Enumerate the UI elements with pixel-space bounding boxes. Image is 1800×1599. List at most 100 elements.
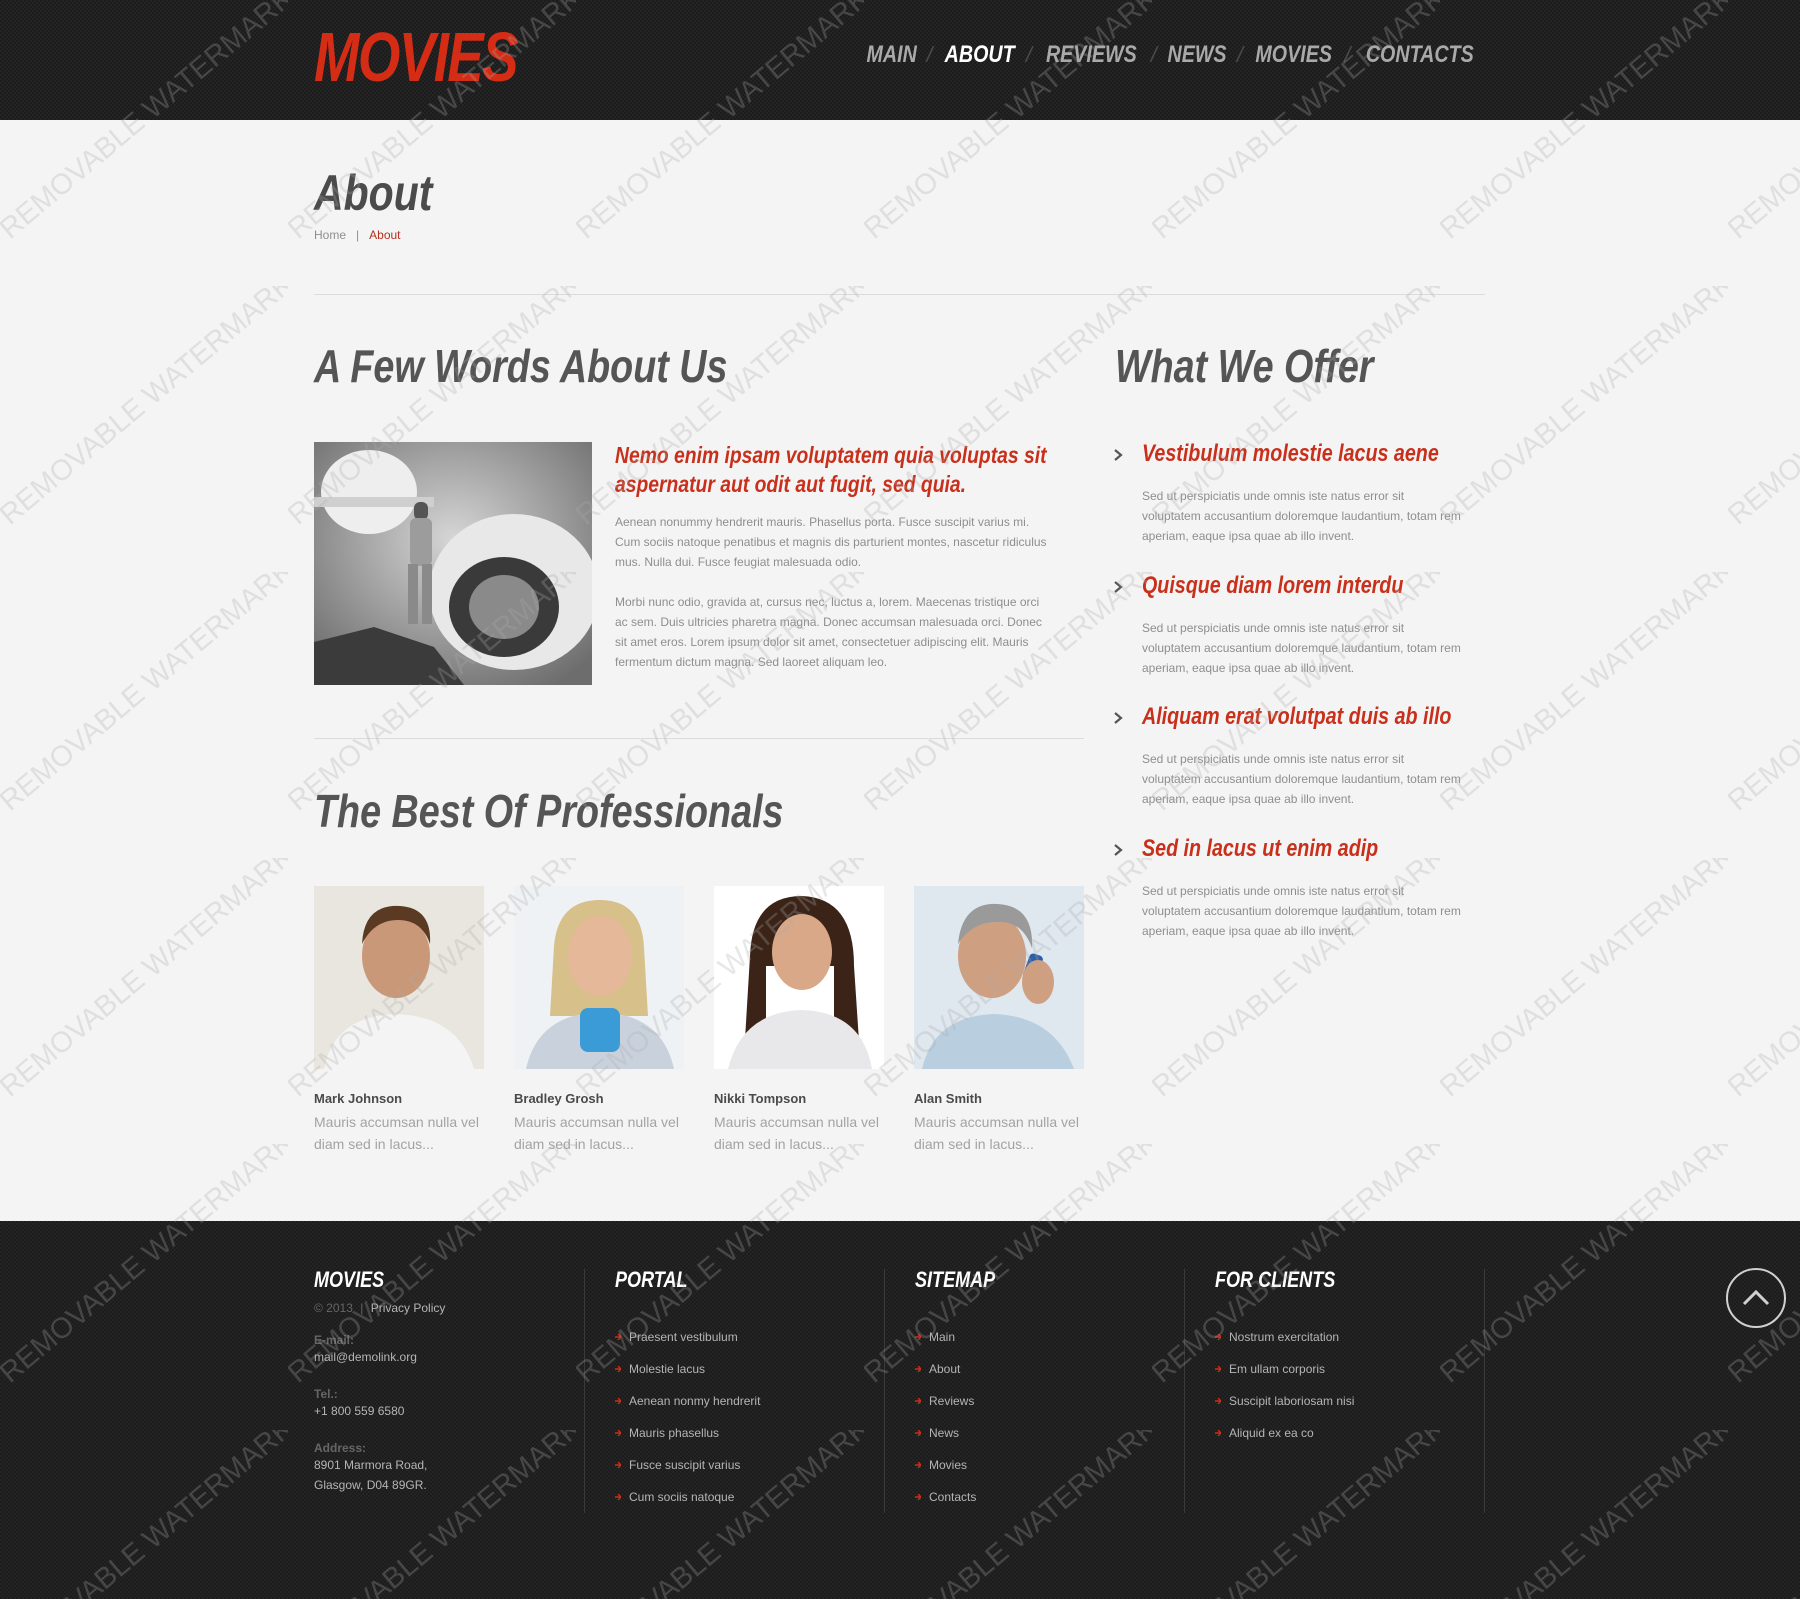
arrow-right-icon (915, 1494, 921, 1500)
member-description: Mauris accumsan nulla vel diam sed in la… (914, 1114, 1079, 1152)
footer-clients-title: FOR CLIENTS (1215, 1267, 1336, 1292)
member-name[interactable]: Alan Smith (914, 1091, 1084, 1106)
footer-link-label: Aliquid ex ea co (1229, 1426, 1314, 1440)
footer-link[interactable]: Nostrum exercitation (1215, 1321, 1362, 1353)
chevron-right-icon (1114, 844, 1123, 856)
team-member[interactable]: Bradley Grosh Mauris accumsan nulla vel … (514, 886, 684, 1155)
breadcrumb-current: About (369, 228, 401, 242)
offer-item-title[interactable]: Aliquam erat volutpat duis ab illo (1142, 705, 1451, 729)
team-member[interactable]: Alan Smith Mauris accumsan nulla vel dia… (914, 886, 1084, 1155)
scroll-to-top-button[interactable] (1726, 1268, 1786, 1328)
arrow-right-icon (915, 1334, 921, 1340)
breadcrumb-separator: | (356, 228, 360, 242)
arrow-right-icon (1215, 1366, 1221, 1372)
nav-separator: / (1025, 42, 1033, 67)
footer-link-label: Fusce suscipit varius (629, 1458, 741, 1472)
footer-link-label: Cum sociis natoque (629, 1490, 735, 1504)
offer-item-title[interactable]: Sed in lacus ut enim adip (1142, 837, 1378, 861)
footer-link[interactable]: Praesent vestibulum (615, 1321, 760, 1353)
footer-link[interactable]: Em ullam corporis (1215, 1353, 1362, 1385)
footer-sitemap-title: SITEMAP (915, 1267, 996, 1292)
main-nav: MAIN / ABOUT / REVIEWS / NEWS / MOVIES /… (861, 42, 1486, 68)
member-name[interactable]: Bradley Grosh (514, 1091, 684, 1106)
copyright-text: © 2013 (314, 1301, 353, 1315)
arrow-right-icon (615, 1462, 621, 1468)
member-photo[interactable] (314, 886, 484, 1069)
privacy-policy-link[interactable]: Privacy Policy (371, 1301, 446, 1315)
team-title: The Best Of Professionals (314, 785, 784, 837)
footer-link-label: Molestie lacus (629, 1362, 706, 1376)
footer-link-label: Reviews (929, 1394, 975, 1408)
footer-link-label: Main (929, 1330, 956, 1344)
nav-separator: / (1344, 42, 1351, 67)
footer-link-label: Contacts (929, 1490, 977, 1504)
page-title: About (314, 165, 433, 221)
team-member[interactable]: Nikki Tompson Mauris accumsan nulla vel … (714, 886, 884, 1155)
member-photo[interactable] (714, 886, 884, 1069)
copyright-separator: | (360, 1301, 364, 1315)
footer-portal: PORTAL Praesent vestibulum Molestie lacu… (615, 1269, 760, 1513)
site-logo[interactable]: MOVIES (314, 22, 519, 92)
footer-link[interactable]: Movies (915, 1449, 1013, 1481)
arrow-right-icon (615, 1398, 621, 1404)
footer-link-label: About (929, 1362, 961, 1376)
footer-link[interactable]: Cum sociis natoque (615, 1481, 760, 1513)
footer-link-label: Nostrum exercitation (1229, 1330, 1340, 1344)
nav-reviews[interactable]: REVIEWS (1046, 43, 1137, 67)
email-label: E-mail: (314, 1333, 355, 1347)
arrow-right-icon (615, 1334, 621, 1340)
footer-divider (1484, 1269, 1485, 1513)
divider (314, 294, 1485, 295)
member-name[interactable]: Nikki Tompson (714, 1091, 884, 1106)
chevron-right-icon (1114, 581, 1123, 593)
arrow-right-icon (915, 1430, 921, 1436)
footer-link-label: News (929, 1426, 960, 1440)
tel-label: Tel.: (314, 1387, 338, 1401)
arrow-right-icon (615, 1366, 621, 1372)
footer-link[interactable]: Main (915, 1321, 1013, 1353)
footer-link[interactable]: Suscipit laboriosam nisi (1215, 1385, 1362, 1417)
footer-link[interactable]: Fusce suscipit varius (615, 1449, 760, 1481)
nav-contacts[interactable]: CONTACTS (1366, 43, 1474, 67)
tel-value: +1 800 559 6580 (314, 1404, 405, 1418)
footer-link-label: Suscipit laboriosam nisi (1229, 1394, 1355, 1408)
footer-link-label: Mauris phasellus (629, 1426, 720, 1440)
footer-portal-title: PORTAL (615, 1267, 688, 1292)
footer-link[interactable]: Contacts (915, 1481, 1013, 1513)
footer-link[interactable]: Aenean nonmy hendrerit (615, 1385, 760, 1417)
footer-link[interactable]: Reviews (915, 1385, 1013, 1417)
member-photo[interactable] (914, 886, 1084, 1069)
nav-news[interactable]: NEWS (1167, 43, 1226, 67)
member-photo[interactable] (514, 886, 684, 1069)
nav-about[interactable]: ABOUT (944, 43, 1014, 67)
about-paragraph-1: Aenean nonummy hendrerit mauris. Phasell… (615, 515, 1047, 569)
breadcrumb-home[interactable]: Home (314, 228, 346, 242)
team-member[interactable]: Mark Johnson Mauris accumsan nulla vel d… (314, 886, 484, 1155)
chevron-right-icon (1114, 712, 1123, 724)
arrow-right-icon (615, 1430, 621, 1436)
nav-main[interactable]: MAIN (867, 43, 917, 67)
footer-link[interactable]: Molestie lacus (615, 1353, 760, 1385)
arrow-right-icon (915, 1398, 921, 1404)
about-image (314, 442, 592, 685)
footer-link[interactable]: Aliquid ex ea co (1215, 1417, 1362, 1449)
footer-link[interactable]: News (915, 1417, 1013, 1449)
about-title: A Few Words About Us (314, 340, 728, 392)
footer-logo[interactable]: MOVIES (314, 1269, 422, 1291)
footer-copyright: © 2013 | Privacy Policy (314, 1301, 445, 1315)
nav-movies[interactable]: MOVIES (1255, 43, 1332, 67)
footer-link-label: Aenean nonmy hendrerit (629, 1394, 761, 1408)
arrow-right-icon (1215, 1334, 1221, 1340)
footer-clients: FOR CLIENTS Nostrum exercitation Em ulla… (1215, 1269, 1362, 1449)
offer-item-title[interactable]: Quisque diam lorem interdu (1142, 574, 1403, 598)
member-name[interactable]: Mark Johnson (314, 1091, 484, 1106)
offer-item-title[interactable]: Vestibulum molestie lacus aene (1142, 442, 1439, 466)
offer-item-text: Sed ut perspiciatis unde omnis iste natu… (1142, 884, 1461, 938)
site-header: MOVIES MAIN / ABOUT / REVIEWS / NEWS / M… (0, 0, 1800, 120)
address-line-1: 8901 Marmora Road, (314, 1458, 428, 1472)
footer-link[interactable]: Mauris phasellus (615, 1417, 760, 1449)
address-label: Address: (314, 1441, 367, 1455)
footer-link[interactable]: About (915, 1353, 1013, 1385)
email-link[interactable]: mail@demolink.org (314, 1347, 445, 1367)
arrow-right-icon (915, 1366, 921, 1372)
